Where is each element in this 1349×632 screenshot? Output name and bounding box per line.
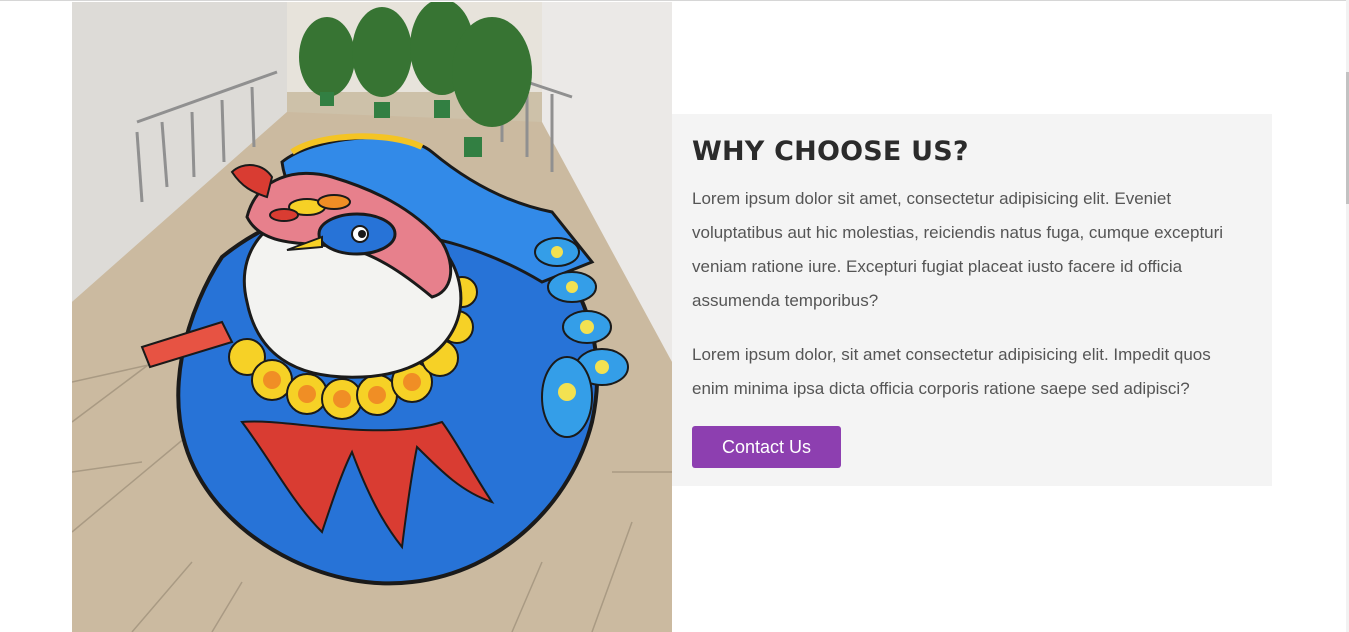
section-paragraph-2: Lorem ipsum dolor, sit amet consectetur …	[692, 345, 1211, 398]
why-choose-us-card: WHY CHOOSE US? Lorem ipsum dolor sit ame…	[672, 114, 1272, 486]
peacock-rangoli-photo	[72, 2, 672, 632]
section-title: WHY CHOOSE US?	[692, 136, 969, 167]
contact-us-button[interactable]: Contact Us	[692, 426, 842, 468]
page: WHY CHOOSE US? Lorem ipsum dolor sit ame…	[0, 0, 1349, 632]
top-divider	[0, 0, 1349, 1]
section-paragraph-1: Lorem ipsum dolor sit amet, consectetur …	[692, 189, 1224, 310]
